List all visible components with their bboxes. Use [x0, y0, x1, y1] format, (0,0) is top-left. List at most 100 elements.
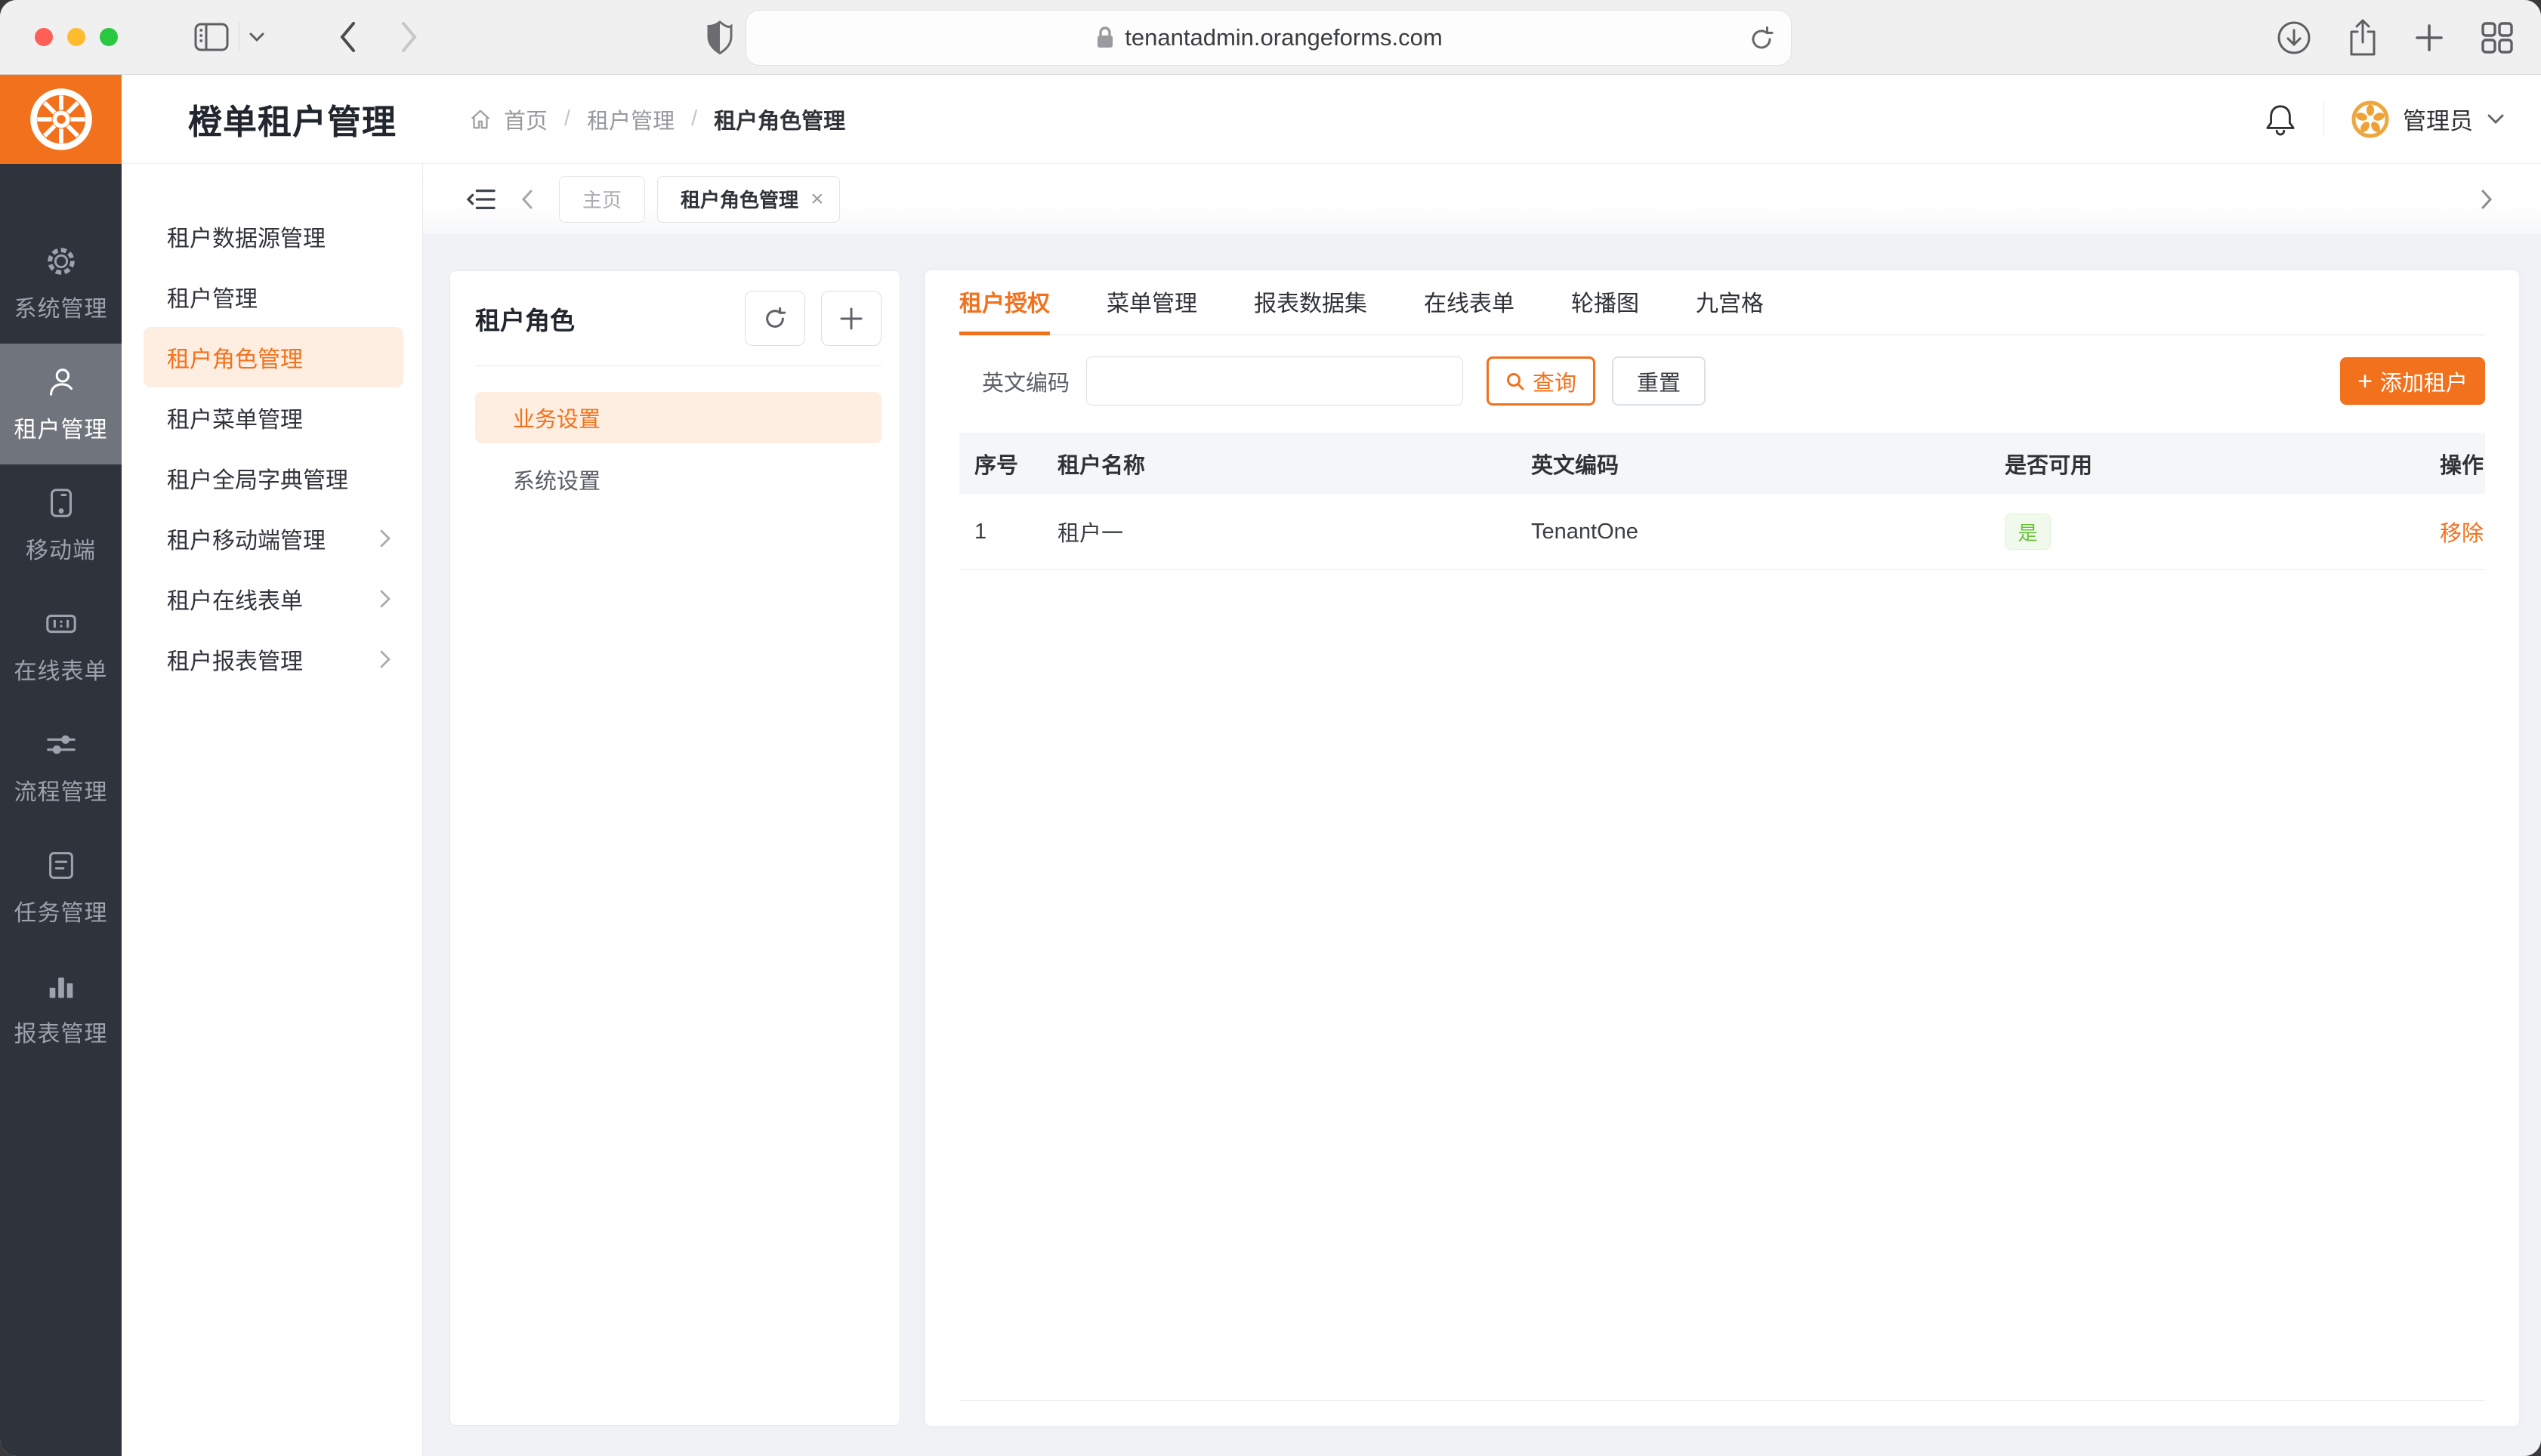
bar-chart-icon: [44, 969, 79, 1004]
close-tab-icon[interactable]: ×: [810, 187, 824, 212]
table-header-row: 序号 租户名称 英文编码 是否可用 操作: [959, 433, 2485, 494]
task-icon: [44, 848, 79, 883]
role-item-business[interactable]: 业务设置: [475, 392, 881, 443]
sidebar-item-tenant[interactable]: 租户管理: [0, 344, 122, 464]
collapse-menu-icon[interactable]: [465, 186, 497, 213]
lock-icon: [1095, 24, 1116, 51]
notifications-bell-icon[interactable]: [2265, 102, 2296, 137]
add-role-button[interactable]: [821, 291, 881, 346]
zoom-window-button[interactable]: [100, 28, 118, 46]
table-row: 1 租户一 TenantOne 是 移除: [959, 494, 2485, 570]
sidebar-item-report[interactable]: 报表管理: [0, 948, 122, 1069]
tenant-role-panel: 租户角色: [449, 270, 900, 1426]
back-button[interactable]: [338, 20, 357, 54]
menu-item-datasource[interactable]: 租户数据源管理: [122, 206, 422, 267]
secondary-menu: 租户数据源管理 租户管理 租户角色管理 租户菜单管理 租户全局字典管理 租户移动…: [122, 164, 423, 1456]
menu-item-tenant-report[interactable]: 租户报表管理: [122, 629, 422, 689]
menu-item-tenant[interactable]: 租户管理: [122, 267, 422, 327]
address-bar[interactable]: tenantadmin.orangeforms.com: [746, 10, 1792, 66]
sidebar-item-online-form[interactable]: 在线表单: [0, 585, 122, 706]
role-item-system[interactable]: 系统设置: [475, 454, 881, 505]
tab-report-dataset[interactable]: 报表数据集: [1254, 270, 1367, 335]
chevron-down-icon: [2487, 113, 2505, 125]
breadcrumb: 首页 / 租户管理 / 租户角色管理: [469, 103, 845, 135]
divider: [2323, 102, 2324, 137]
sidebar-item-mobile[interactable]: 移动端: [0, 464, 122, 585]
menu-item-tenant-menu[interactable]: 租户菜单管理: [122, 387, 422, 448]
breadcrumb-separator: /: [691, 106, 697, 131]
query-button[interactable]: 查询: [1487, 356, 1595, 406]
user-name: 管理员: [2403, 102, 2473, 136]
chevron-right-icon: [378, 529, 392, 548]
close-window-button[interactable]: [35, 28, 53, 46]
sliders-icon: [44, 727, 79, 762]
sidebar-item-workflow[interactable]: 流程管理: [0, 706, 122, 827]
avatar: [2351, 100, 2389, 138]
detail-tabs: 租户授权 菜单管理 报表数据集 在线表单 轮播图 九宫格: [959, 270, 2485, 335]
scroll-tabs-right-icon[interactable]: [2479, 188, 2494, 211]
status-badge: 是: [2005, 514, 2051, 550]
tab-grid9[interactable]: 九宫格: [1696, 270, 1764, 335]
cell-tenant-name: 租户一: [1057, 516, 1531, 548]
tab-tenant-auth[interactable]: 租户授权: [959, 270, 1050, 335]
english-code-input[interactable]: [1086, 356, 1463, 406]
menu-item-tenant-dict[interactable]: 租户全局字典管理: [122, 448, 422, 508]
window-controls: [35, 28, 118, 46]
search-icon: [1505, 372, 1525, 391]
search-toolbar: 英文编码 查询 重置: [959, 356, 2485, 406]
minimize-window-button[interactable]: [67, 28, 85, 46]
panel-title: 租户角色: [475, 301, 575, 337]
online-form-icon: [44, 606, 79, 641]
add-tenant-button[interactable]: + 添加租户: [2340, 357, 2485, 405]
mobile-icon: [44, 486, 79, 520]
orange-wheel-icon: [25, 83, 97, 156]
sidebar-item-system[interactable]: 系统管理: [0, 223, 122, 344]
user-icon: [44, 365, 79, 399]
app-logo: [0, 75, 122, 164]
browser-window: tenantadmin.orangeforms.com: [0, 0, 2541, 1456]
tab-carousel[interactable]: 轮播图: [1571, 270, 1639, 335]
downloads-icon[interactable]: [2275, 19, 2313, 57]
user-menu-trigger[interactable]: 管理员: [2351, 100, 2505, 138]
breadcrumb-level1[interactable]: 租户管理: [587, 103, 675, 135]
new-tab-icon[interactable]: [2413, 21, 2446, 54]
tenant-table: 序号 租户名称 英文编码 是否可用 操作 1 租户一 TenantOne 是: [959, 433, 2485, 1426]
chevron-right-icon: [378, 649, 392, 669]
page-tab-bar: 主页 租户角色管理 ×: [423, 164, 2541, 234]
app-header: 橙单租户管理 首页 / 租户管理 / 租户角色管理: [0, 75, 2541, 164]
tab-online-form[interactable]: 在线表单: [1424, 270, 1514, 335]
page-tab-home[interactable]: 主页: [559, 176, 645, 223]
browser-toolbar: tenantadmin.orangeforms.com: [0, 0, 2541, 75]
menu-item-tenant-online-form[interactable]: 租户在线表单: [122, 569, 422, 629]
table-empty-area: [959, 570, 2485, 1401]
tenant-detail-panel: 租户授权 菜单管理 报表数据集 在线表单 轮播图 九宫格 英文编码: [925, 270, 2519, 1426]
breadcrumb-home[interactable]: 首页: [504, 103, 548, 135]
chevron-right-icon: [378, 589, 392, 609]
menu-item-tenant-role[interactable]: 租户角色管理: [144, 327, 403, 387]
remove-link[interactable]: 移除: [2440, 522, 2484, 546]
sidebar-item-task[interactable]: 任务管理: [0, 827, 122, 948]
share-icon[interactable]: [2346, 18, 2379, 57]
tab-overview-icon[interactable]: [2479, 20, 2515, 56]
search-field-label: 英文编码: [982, 366, 1070, 397]
home-icon: [469, 108, 492, 131]
breadcrumb-current: 租户角色管理: [714, 103, 845, 135]
chevron-down-icon[interactable]: [249, 32, 265, 42]
tab-menu-management[interactable]: 菜单管理: [1107, 270, 1197, 335]
primary-sidebar: 系统管理 租户管理 移: [0, 164, 122, 1456]
cell-english-code: TenantOne: [1531, 520, 2005, 544]
content-area: 主页 租户角色管理 × 租户角色: [423, 164, 2541, 1456]
privacy-shield-icon[interactable]: [706, 20, 733, 56]
plus-icon: +: [2357, 369, 2373, 394]
page-tab-tenant-role[interactable]: 租户角色管理 ×: [657, 176, 840, 223]
scroll-tabs-left-icon[interactable]: [520, 188, 535, 211]
sidebar-toggle-icon[interactable]: [193, 21, 230, 53]
refresh-button[interactable]: [745, 291, 805, 346]
breadcrumb-separator: /: [564, 106, 570, 131]
forward-button[interactable]: [400, 20, 419, 54]
reload-icon[interactable]: [1749, 25, 1774, 54]
cell-index: 1: [974, 520, 1057, 544]
reset-button[interactable]: 重置: [1612, 356, 1706, 406]
url-text: tenantadmin.orangeforms.com: [1125, 24, 1442, 51]
menu-item-tenant-mobile[interactable]: 租户移动端管理: [122, 508, 422, 569]
